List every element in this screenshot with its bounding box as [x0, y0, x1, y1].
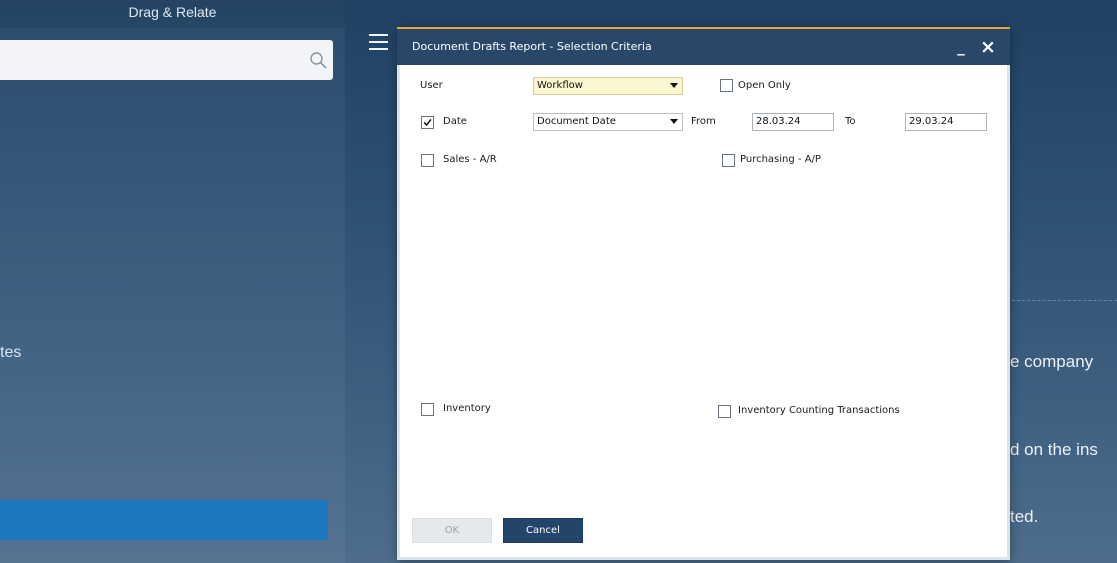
sap-workspace: Drag & Relate tes e company d on the ins… — [0, 0, 1117, 563]
menu-bar-line — [369, 48, 388, 50]
user-dropdown-value: Workflow — [537, 80, 583, 91]
purchasing-ap-checkbox[interactable] — [722, 154, 735, 167]
dropdown-arrow-icon[interactable] — [670, 83, 678, 88]
dialog-title: Document Drafts Report - Selection Crite… — [412, 40, 652, 53]
minimize-icon[interactable]: _ — [950, 33, 972, 61]
search-icon[interactable] — [309, 51, 327, 69]
purchasing-ap-option[interactable]: Purchasing - A/P — [722, 154, 862, 168]
date-option[interactable]: Date — [421, 116, 481, 130]
date-from-value: 28.03.24 — [756, 116, 801, 127]
user-label: User — [420, 80, 443, 91]
inventory-counting-checkbox[interactable] — [718, 405, 731, 418]
background-message-line: e company — [1010, 352, 1094, 371]
user-dropdown[interactable]: Workflow — [533, 77, 683, 95]
background-message-line: ted. — [1010, 507, 1039, 526]
background-message-line: d on the ins — [1010, 440, 1098, 459]
dropdown-arrow-icon[interactable] — [670, 119, 678, 124]
drag-and-relate-header[interactable]: Drag & Relate — [0, 0, 345, 28]
sales-ar-label: Sales - A/R — [443, 154, 497, 165]
sidebar-item-partial[interactable]: tes — [0, 343, 120, 363]
background-divider — [1012, 300, 1117, 301]
date-from-field[interactable]: 28.03.24 — [752, 113, 834, 131]
hamburger-menu-icon[interactable] — [369, 33, 388, 50]
date-to-value: 29.03.24 — [909, 116, 954, 127]
inventory-option[interactable]: Inventory — [421, 403, 521, 417]
inventory-counting-option[interactable]: Inventory Counting Transactions — [718, 405, 948, 419]
document-drafts-report-dialog: Document Drafts Report - Selection Crite… — [397, 27, 1010, 560]
ok-button[interactable]: OK — [412, 518, 492, 543]
menu-bar-line — [369, 41, 388, 43]
sales-ar-checkbox[interactable] — [421, 154, 434, 167]
cancel-button[interactable]: Cancel — [503, 518, 583, 543]
date-to-field[interactable]: 29.03.24 — [905, 113, 987, 131]
open-only-option[interactable]: Open Only — [720, 79, 840, 93]
inventory-checkbox[interactable] — [421, 403, 434, 416]
date-type-value: Document Date — [537, 116, 616, 127]
open-only-label: Open Only — [738, 80, 791, 91]
open-only-checkbox[interactable] — [720, 79, 733, 92]
checkmark-icon — [423, 118, 432, 127]
to-label: To — [845, 116, 856, 127]
close-icon[interactable]: × — [977, 33, 999, 61]
sidebar-selected-item[interactable] — [0, 500, 328, 540]
dialog-title-bar[interactable]: Document Drafts Report - Selection Crite… — [397, 29, 1010, 65]
inventory-label: Inventory — [443, 403, 491, 414]
purchasing-ap-label: Purchasing - A/P — [740, 154, 821, 165]
menu-bar-line — [369, 34, 388, 36]
from-label: From — [691, 116, 716, 127]
sidebar-search-input[interactable] — [0, 40, 333, 80]
date-checkbox[interactable] — [421, 116, 434, 129]
inventory-counting-label: Inventory Counting Transactions — [738, 405, 900, 416]
date-type-dropdown[interactable]: Document Date — [533, 113, 683, 131]
date-label: Date — [443, 116, 467, 127]
sales-ar-option[interactable]: Sales - A/R — [421, 154, 531, 168]
dialog-body: User Workflow Open Only Date Document Da… — [400, 65, 1007, 557]
sidebar-panel: Drag & Relate tes — [0, 0, 345, 563]
